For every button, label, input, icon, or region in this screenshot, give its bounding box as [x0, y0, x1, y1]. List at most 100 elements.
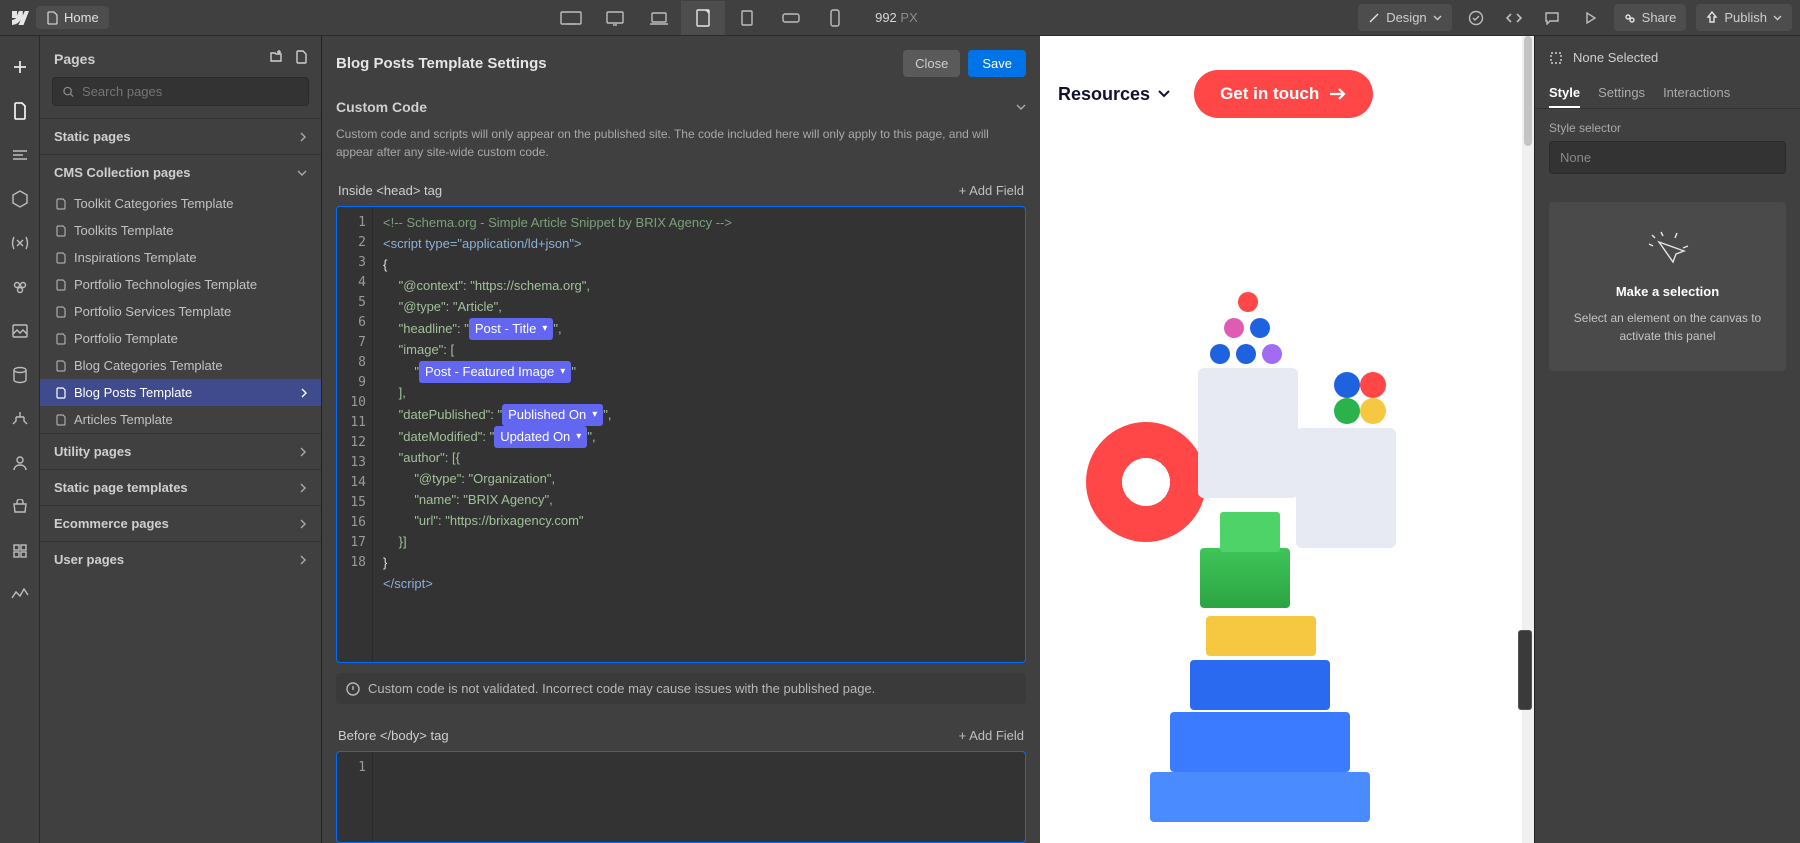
- add-field-button-head[interactable]: + Add Field: [959, 183, 1024, 198]
- page-item[interactable]: Toolkit Categories Template: [40, 190, 321, 217]
- cms-icon[interactable]: [7, 362, 33, 388]
- pages-group-utility[interactable]: Utility pages: [40, 433, 321, 469]
- tab-interactions[interactable]: Interactions: [1663, 79, 1730, 108]
- canvas: Resources Get in touch: [1040, 36, 1534, 843]
- right-panel-tabs: Style Settings Interactions: [1535, 79, 1800, 109]
- head-code-label-row: Inside <head> tag + Add Field: [336, 175, 1026, 206]
- new-folder-icon[interactable]: [269, 50, 283, 67]
- add-element-icon[interactable]: [7, 54, 33, 80]
- pages-header: Pages: [40, 50, 321, 77]
- breakpoint-laptop-icon[interactable]: [637, 1, 681, 35]
- pages-group-static[interactable]: Static pages: [40, 118, 321, 154]
- breakpoint-tablet-icon[interactable]: [681, 1, 725, 35]
- tab-settings[interactable]: Settings: [1598, 79, 1645, 108]
- add-field-button-body[interactable]: + Add Field: [959, 728, 1024, 743]
- page-item[interactable]: Inspirations Template: [40, 244, 321, 271]
- page-item-label: Blog Posts Template: [74, 385, 192, 400]
- pages-group-ecom[interactable]: Ecommerce pages: [40, 505, 321, 541]
- pages-group-cms[interactable]: CMS Collection pages: [40, 154, 321, 190]
- right-panel: None Selected Style Settings Interaction…: [1534, 36, 1800, 843]
- code-validation-warning: Custom code is not validated. Incorrect …: [336, 673, 1026, 704]
- save-button[interactable]: Save: [968, 50, 1026, 77]
- page-item[interactable]: Portfolio Technologies Template: [40, 271, 321, 298]
- tab-style[interactable]: Style: [1549, 79, 1580, 108]
- preview-illustration: [1040, 36, 1534, 843]
- breakpoint-desktop-large-icon[interactable]: [549, 1, 593, 35]
- breakpoint-icons: [549, 1, 857, 35]
- page-item-label: Toolkit Categories Template: [74, 196, 233, 211]
- page-item-label: Toolkits Template: [74, 223, 173, 238]
- code-content[interactable]: <!-- Schema.org - Simple Article Snippet…: [373, 207, 1025, 662]
- custom-code-description: Custom code and scripts will only appear…: [336, 125, 1026, 175]
- dynamic-field-token-post-image[interactable]: Post - Featured Image▾: [419, 361, 571, 383]
- page-item[interactable]: Portfolio Template: [40, 325, 321, 352]
- page-item[interactable]: Portfolio Services Template: [40, 298, 321, 325]
- code-content[interactable]: [373, 752, 1025, 842]
- dynamic-field-token-published-on[interactable]: Published On▾: [502, 404, 603, 426]
- pages-title: Pages: [54, 51, 95, 67]
- dynamic-field-token-updated-on[interactable]: Updated On▾: [494, 426, 587, 448]
- breakpoint-desktop-icon[interactable]: [593, 1, 637, 35]
- page-item[interactable]: Toolkits Template: [40, 217, 321, 244]
- main: Pages Static pages CMS Collection pages …: [0, 36, 1800, 843]
- share-label: Share: [1642, 10, 1677, 25]
- viewport-width: 992 PX: [875, 10, 918, 25]
- home-button[interactable]: Home: [36, 6, 109, 29]
- pages-group-static-label: Static pages: [54, 129, 131, 144]
- body-code-editor[interactable]: 1: [336, 751, 1026, 843]
- page-item-selected[interactable]: Blog Posts Template: [40, 379, 321, 406]
- style-selector-label: Style selector: [1535, 109, 1800, 141]
- cursor-icon: [1645, 228, 1691, 274]
- play-icon[interactable]: [1576, 4, 1604, 32]
- components-icon[interactable]: [7, 186, 33, 212]
- close-button[interactable]: Close: [903, 50, 960, 77]
- design-mode-button[interactable]: Design: [1358, 4, 1451, 31]
- head-code-label: Inside <head> tag: [338, 183, 442, 198]
- share-button[interactable]: Share: [1614, 4, 1687, 31]
- selection-text: None Selected: [1573, 50, 1658, 65]
- pages-search-input[interactable]: [82, 84, 298, 99]
- check-icon[interactable]: [1462, 4, 1490, 32]
- pages-group-utility-label: Utility pages: [54, 444, 131, 459]
- audit-icon[interactable]: [7, 582, 33, 608]
- pages-icon[interactable]: [7, 98, 33, 124]
- warn-text: Custom code is not validated. Incorrect …: [368, 681, 875, 696]
- preview-scrollbar[interactable]: [1522, 36, 1534, 843]
- styles-icon[interactable]: [7, 274, 33, 300]
- head-code-editor[interactable]: 123456789101112131415161718 <!-- Schema.…: [336, 206, 1026, 663]
- variables-icon[interactable]: [7, 230, 33, 256]
- page-settings-panel: Blog Posts Template Settings Close Save …: [322, 36, 1040, 843]
- breakpoint-tablet-portrait-icon[interactable]: [725, 1, 769, 35]
- page-item-label: Blog Categories Template: [74, 358, 223, 373]
- assets-icon[interactable]: [7, 318, 33, 344]
- custom-code-header[interactable]: Custom Code: [336, 89, 1026, 125]
- apps-icon[interactable]: [7, 538, 33, 564]
- pages-group-spt[interactable]: Static page templates: [40, 469, 321, 505]
- pages-search[interactable]: [52, 77, 309, 106]
- top-bar: Home 992 PX Design Share: [0, 0, 1800, 36]
- dynamic-field-token-post-title[interactable]: Post - Title▾: [469, 318, 553, 340]
- pages-group-user-label: User pages: [54, 552, 124, 567]
- style-selector-input[interactable]: None: [1549, 141, 1786, 174]
- breakpoint-mobile-landscape-icon[interactable]: [769, 1, 813, 35]
- page-item[interactable]: Blog Categories Template: [40, 352, 321, 379]
- breakpoint-mobile-icon[interactable]: [813, 1, 857, 35]
- logic-icon[interactable]: [7, 406, 33, 432]
- code-gutter: 123456789101112131415161718: [337, 207, 373, 662]
- design-label: Design: [1386, 10, 1426, 25]
- users-icon[interactable]: [7, 450, 33, 476]
- pages-group-user[interactable]: User pages: [40, 541, 321, 577]
- publish-button[interactable]: Publish: [1696, 4, 1792, 31]
- code-icon[interactable]: [1500, 4, 1528, 32]
- comment-icon[interactable]: [1538, 4, 1566, 32]
- new-page-icon[interactable]: [295, 50, 307, 67]
- lines-icon[interactable]: [7, 142, 33, 168]
- preview-frame[interactable]: Resources Get in touch: [1040, 36, 1534, 843]
- page-item[interactable]: Articles Template: [40, 406, 321, 433]
- body-code-label: Before </body> tag: [338, 728, 449, 743]
- page-item-label: Portfolio Technologies Template: [74, 277, 257, 292]
- ecommerce-icon[interactable]: [7, 494, 33, 520]
- panel-resize-handle[interactable]: [1518, 630, 1532, 710]
- webflow-logo-icon[interactable]: [8, 7, 30, 29]
- pages-group-cms-label: CMS Collection pages: [54, 165, 191, 180]
